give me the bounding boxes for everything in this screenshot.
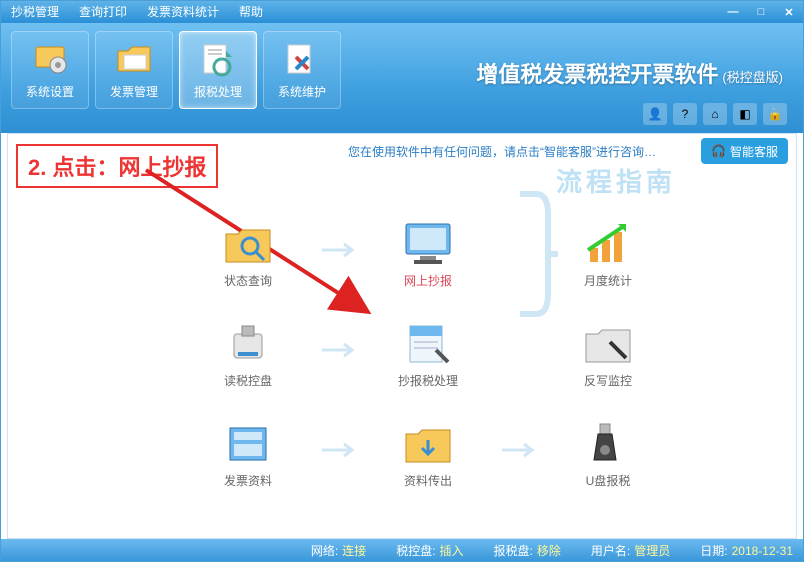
app-window: 抄税管理 查询打印 发票资料统计 帮助 — □ ✕ 系统设置 发票管理 [0,0,804,562]
flow-invoice-data[interactable]: 发票资料 [158,404,338,504]
status-device: 税控盘:插入 [396,542,463,559]
flow-grid: 状态查询 网上抄报 月度统计 读税控盘 抄报税处理 [158,204,698,504]
maintain-icon [282,41,322,77]
help-icon[interactable]: ? [673,103,697,125]
status-date: 日期:2018-12-31 [700,542,793,559]
toolbar-label: 系统设置 [26,83,74,100]
toolbar-label: 报税处理 [194,83,242,100]
chart-icon [580,220,636,268]
toolbar: 系统设置 发票管理 报税处理 系统维护 增值税发 [1,23,803,133]
close-icon[interactable]: ✕ [775,1,803,23]
statusbar: 网络:连接 税控盘:插入 报税盘:移除 用户名:管理员 日期:2018-12-3… [1,539,803,561]
toolbar-label: 发票管理 [110,83,158,100]
toolbar-label: 系统维护 [278,83,326,100]
cell-label: 状态查询 [224,272,272,289]
folder-icon [114,41,154,77]
menu-item[interactable]: 抄税管理 [1,1,69,23]
menu-item[interactable]: 帮助 [229,1,273,23]
status-network: 网络:连接 [311,542,366,559]
maximize-icon[interactable]: □ [747,1,775,23]
status-report-disk: 报税盘:移除 [494,542,561,559]
settings-icon [30,41,70,77]
cell-label: 读税控盘 [224,372,272,389]
flow-read-device[interactable]: 读税控盘 [158,304,338,404]
flow-data-export[interactable]: 资料传出 [338,404,518,504]
status-user: 用户名:管理员 [591,542,670,559]
toolbar-system-maintain[interactable]: 系统维护 [263,31,341,109]
toolbar-tax-process[interactable]: 报税处理 [179,31,257,109]
smart-service-button[interactable]: 🎧 智能客服 [701,138,788,164]
notice-text: 您在使用软件中有任何问题，请点击“智能客服”进行咨询… [348,140,686,164]
flow-writeback-monitor[interactable]: 反写监控 [518,304,698,404]
usb-stick-icon [580,420,636,468]
flow-report-process[interactable]: 抄报税处理 [338,304,518,404]
export-folder-icon [400,420,456,468]
cell-label: 资料传出 [404,472,452,489]
content-area: 您在使用软件中有任何问题，请点击“智能客服”进行咨询… 🎧 智能客服 2. 点击… [7,133,797,539]
monitor-icon [400,220,456,268]
theme-icon[interactable]: ◧ [733,103,757,125]
cell-label: 网上抄报 [404,272,452,289]
menu-item[interactable]: 发票资料统计 [137,1,229,23]
lock-icon[interactable]: 🔒 [763,103,787,125]
flow-title: 流程指南 [556,162,676,199]
flow-monthly-stats[interactable]: 月度统计 [518,204,698,304]
folder-pen-icon [580,320,636,368]
header-actions: 👤 ? ⌂ ◧ 🔒 [643,103,787,125]
cell-label: 发票资料 [224,472,272,489]
home-icon[interactable]: ⌂ [703,103,727,125]
usb-device-icon [220,320,276,368]
headset-icon: 🎧 [711,144,726,158]
drawer-icon [220,420,276,468]
annotation-callout: 2. 点击：网上抄报 [16,144,218,188]
cell-label: 月度统计 [584,272,632,289]
flow-usb-report[interactable]: U盘报税 [518,404,698,504]
user-icon[interactable]: 👤 [643,103,667,125]
titlebar: 抄税管理 查询打印 发票资料统计 帮助 — □ ✕ [1,1,803,23]
tax-icon [198,41,238,77]
menu-item[interactable]: 查询打印 [69,1,137,23]
minimize-icon[interactable]: — [719,1,747,23]
cell-label: U盘报税 [586,472,631,489]
window-controls: — □ ✕ [719,1,803,23]
cell-label: 反写监控 [584,372,632,389]
flow-online-report[interactable]: 网上抄报 [338,204,518,304]
document-edit-icon [400,320,456,368]
toolbar-system-settings[interactable]: 系统设置 [11,31,89,109]
flow-status-query[interactable]: 状态查询 [158,204,338,304]
cell-label: 抄报税处理 [398,372,458,389]
search-folder-icon [220,220,276,268]
app-title: 增值税发票税控开票软件(税控盘版) [476,57,783,89]
toolbar-invoice-manage[interactable]: 发票管理 [95,31,173,109]
